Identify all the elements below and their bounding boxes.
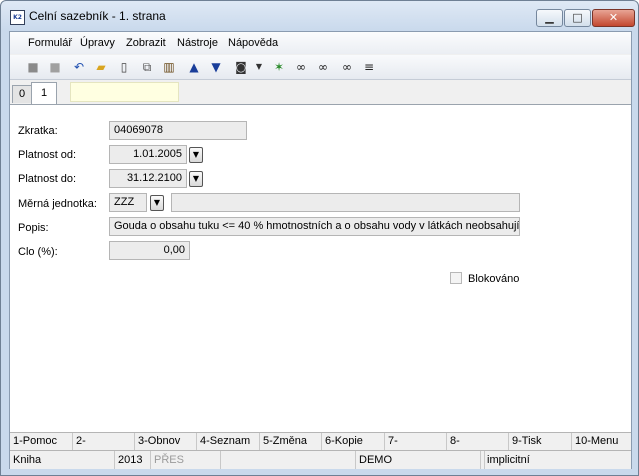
menu-formular[interactable]: Formulář <box>28 37 72 49</box>
tab-1[interactable]: 1 <box>31 82 57 104</box>
minimize-button[interactable]: ▁ <box>536 9 563 27</box>
binoculars-prev-icon[interactable]: ∞ <box>338 58 356 76</box>
save-disabled-icon[interactable]: ■ <box>46 58 64 76</box>
open-folder-icon[interactable]: ▰ <box>92 58 110 76</box>
popis-label: Popis: <box>18 222 49 234</box>
arrow-down-icon[interactable]: ▼ <box>207 58 225 76</box>
arrow-up-icon[interactable]: ▲ <box>185 58 203 76</box>
status-empty-1 <box>221 451 356 469</box>
merna-jednotka-description <box>171 193 520 212</box>
fkey-2[interactable]: 2- <box>73 433 135 450</box>
new-document-icon[interactable]: ▯ <box>115 58 133 76</box>
platnost-od-label: Platnost od: <box>18 149 77 161</box>
popis-field[interactable]: Gouda o obsahu tuku <= 40 % hmotnostních… <box>109 217 520 236</box>
zkratka-field[interactable]: 04069078 <box>109 121 247 140</box>
fkey-8[interactable]: 8- <box>447 433 509 450</box>
fkey-7[interactable]: 7- <box>385 433 447 450</box>
menu-bar: Formulář Úpravy Zobrazit Nástroje Nápově… <box>10 32 631 54</box>
app-logo-icon: K2 <box>10 10 25 25</box>
maximize-icon: □ <box>572 11 583 24</box>
status-year: 2013 <box>115 451 151 469</box>
status-layout: implicitní <box>487 454 530 466</box>
filter-icon[interactable]: ✶ <box>270 58 288 76</box>
merna-jednotka-field[interactable]: ZZZ <box>109 193 147 212</box>
fkey-5[interactable]: 5-Změna <box>260 433 322 450</box>
copy-icon[interactable]: ⧉ <box>138 58 156 76</box>
function-key-bar: 1-Pomoc 2- 3-Obnov 4-Seznam 5-Změna 6-Ko… <box>10 432 631 450</box>
dropdown-icon[interactable]: ▼ <box>250 58 268 76</box>
merna-jednotka-label: Měrná jednotka: <box>18 198 97 210</box>
chevron-down-icon: ▼ <box>153 198 161 207</box>
menu-nastroje[interactable]: Nástroje <box>177 37 218 49</box>
blokovano-checkbox[interactable] <box>450 272 462 284</box>
application-window: K2 Celní sazebník - 1. strana ▁ □ ✕ Form… <box>0 0 639 476</box>
platnost-do-field[interactable]: 31.12.2100 <box>109 169 187 188</box>
undo-icon[interactable]: ↶ <box>70 58 88 76</box>
minimize-icon: ▁ <box>545 11 554 24</box>
fkey-3[interactable]: 3-Obnov <box>135 433 197 450</box>
platnost-do-label: Platnost do: <box>18 173 77 185</box>
window-title: Celní sazebník - 1. strana <box>29 9 166 23</box>
close-icon: ✕ <box>608 11 619 24</box>
binoculars-next-icon[interactable]: ∞ <box>314 58 332 76</box>
clo-field[interactable]: 0,00 <box>109 241 190 260</box>
form-panel: Zkratka: 04069078 Platnost od: 1.01.2005… <box>10 104 631 433</box>
tab-info-strip <box>70 82 179 102</box>
fkey-10[interactable]: 10-Menu <box>572 433 631 450</box>
page-tabs: 0 1 <box>10 80 631 104</box>
book-icon[interactable]: ▥ <box>160 58 178 76</box>
close-button[interactable]: ✕ <box>592 9 635 27</box>
status-book: Kniha <box>10 451 115 469</box>
fkey-9[interactable]: 9-Tisk <box>509 433 572 450</box>
menu-zobrazit[interactable]: Zobrazit <box>126 37 166 49</box>
blokovano-label: Blokováno <box>468 273 520 285</box>
title-bar[interactable]: K2 Celní sazebník - 1. strana ▁ □ ✕ <box>1 1 638 31</box>
platnost-od-field[interactable]: 1.01.2005 <box>109 145 187 164</box>
fkey-6[interactable]: 6-Kopie <box>322 433 385 450</box>
status-mode: PŘES <box>151 451 221 469</box>
status-bar: Kniha 2013 PŘES DEMO implicitní <box>10 450 631 469</box>
camera-icon[interactable]: ◙ <box>232 58 250 76</box>
form-client-area: Formulář Úpravy Zobrazit Nástroje Nápově… <box>9 31 632 469</box>
status-database: DEMO <box>356 451 481 469</box>
binoculars-icon[interactable]: ∞ <box>292 58 310 76</box>
fkey-4[interactable]: 4-Seznam <box>197 433 260 450</box>
maximize-button[interactable]: □ <box>564 9 591 27</box>
fkey-1[interactable]: 1-Pomoc <box>10 433 73 450</box>
chevron-down-icon: ▼ <box>192 174 200 183</box>
menu-lines-icon[interactable]: ≡ <box>360 58 378 76</box>
tab-0[interactable]: 0 <box>12 85 32 103</box>
toolbar: ■ ■ ↶ ▰ ▯ ⧉ ▥ ▲ ▼ ◙ ▼ ✶ ∞ ∞ ∞ ≡ <box>10 55 631 80</box>
clo-label: Clo (%): <box>18 246 58 258</box>
platnost-do-dropdown-button[interactable]: ▼ <box>189 171 203 187</box>
zkratka-label: Zkratka: <box>18 125 58 137</box>
menu-napoveda[interactable]: Nápověda <box>228 37 278 49</box>
merna-jednotka-dropdown-button[interactable]: ▼ <box>150 195 164 211</box>
menu-upravy[interactable]: Úpravy <box>80 37 115 49</box>
save-icon[interactable]: ■ <box>24 58 42 76</box>
platnost-od-dropdown-button[interactable]: ▼ <box>189 147 203 163</box>
chevron-down-icon: ▼ <box>192 150 200 159</box>
